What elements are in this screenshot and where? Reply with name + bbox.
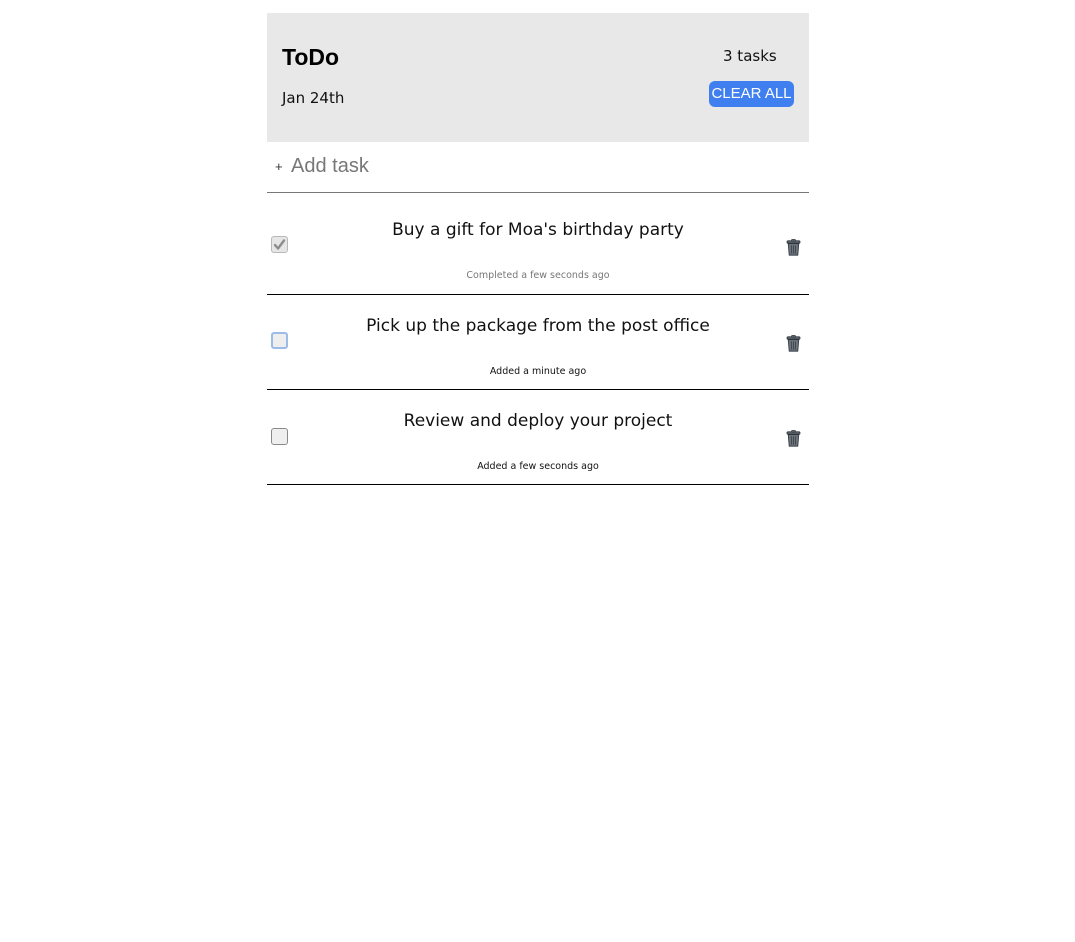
task-title: Buy a gift for Moa's birthday party [392, 220, 684, 240]
current-date: Jan 24th [282, 89, 345, 107]
task-status: Added a minute ago [489, 366, 587, 377]
add-task-row: + [267, 142, 809, 193]
task-item: Buy a gift for Moa's birthday party Comp… [267, 193, 809, 295]
plus-icon: + [275, 159, 283, 174]
app-title: ToDo [282, 44, 340, 70]
trash-icon[interactable] [786, 430, 801, 447]
task-title: Review and deploy your project [403, 411, 673, 431]
trash-icon[interactable] [786, 239, 801, 256]
header: ToDo Jan 24th 3 tasks CLEAR ALL [267, 13, 809, 142]
task-item: Pick up the package from the post office… [267, 295, 809, 390]
add-task-input[interactable] [289, 153, 793, 179]
todo-app: ToDo Jan 24th 3 tasks CLEAR ALL + Buy a … [267, 13, 809, 485]
task-item: Review and deploy your project Added a f… [267, 390, 809, 485]
task-status: Added a few seconds ago [477, 461, 599, 472]
task-status: Completed a few seconds ago [466, 270, 610, 281]
trash-icon[interactable] [786, 335, 801, 352]
task-count: 3 tasks [723, 47, 777, 65]
task-title: Pick up the package from the post office [366, 316, 710, 336]
clear-all-button[interactable]: CLEAR ALL [709, 81, 794, 107]
